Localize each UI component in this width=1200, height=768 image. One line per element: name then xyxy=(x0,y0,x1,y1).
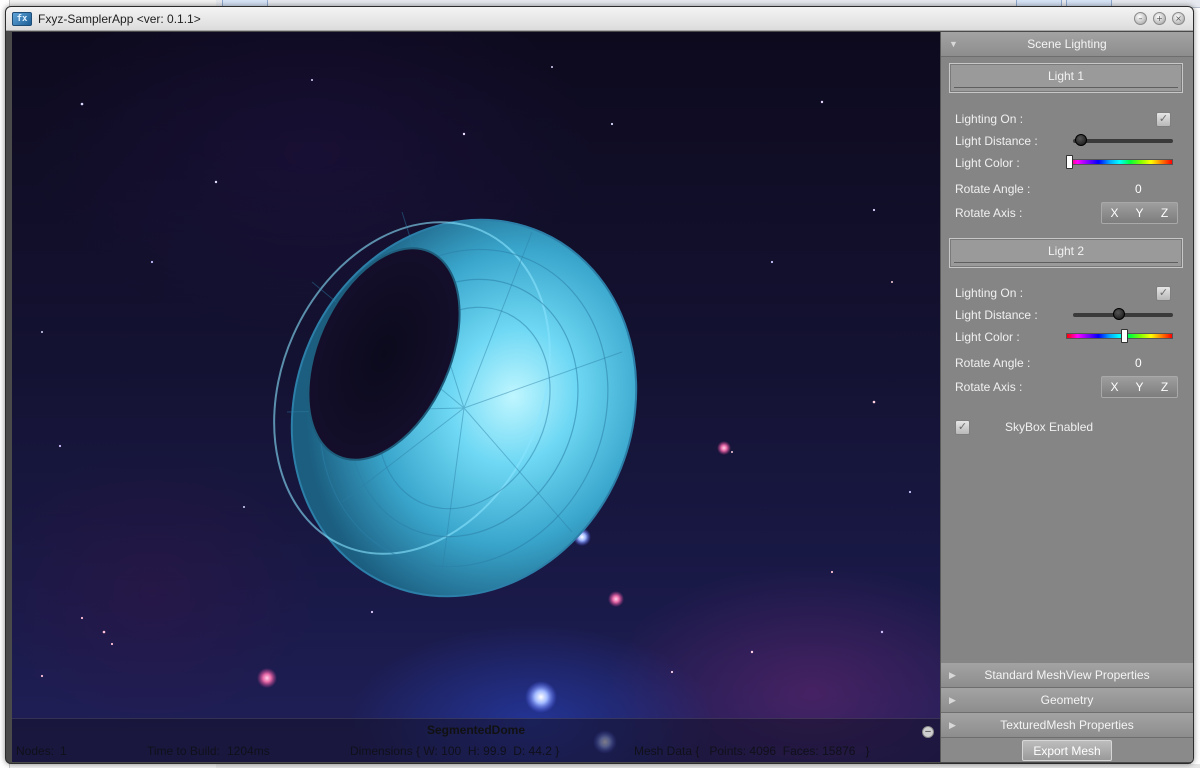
nodes-label: Nodes: xyxy=(16,744,55,758)
standard-meshview-properties-header[interactable]: ▶ Standard MeshView Properties xyxy=(941,663,1193,688)
light1-lighting-on-checkbox[interactable]: ✓ xyxy=(1156,112,1171,127)
geometry-title: Geometry xyxy=(1040,693,1094,707)
light2-distance-slider-thumb[interactable] xyxy=(1112,308,1125,320)
collapsed-sections: ▶ Standard MeshView Properties ▶ Geometr… xyxy=(941,663,1193,762)
close-button[interactable]: × xyxy=(1172,12,1185,25)
light2-lighting-on-checkbox[interactable]: ✓ xyxy=(1156,286,1171,301)
light1-axis-x-button[interactable]: X xyxy=(1102,203,1127,223)
light1-axis-y-button[interactable]: Y xyxy=(1127,203,1152,223)
light1-color-slider-thumb[interactable] xyxy=(1066,155,1073,169)
light2-lighting-on-label: Lighting On : xyxy=(955,286,1024,300)
light2-axis-x-button[interactable]: X xyxy=(1102,377,1127,397)
collapsed-arrow-icon: ▶ xyxy=(949,695,956,705)
light2-axis-y-button[interactable]: Y xyxy=(1127,377,1152,397)
light1-angle-label: Rotate Angle : xyxy=(955,182,1031,196)
build-time-label: Time to Build: xyxy=(147,744,220,758)
export-mesh-button[interactable]: Export Mesh xyxy=(1022,740,1112,761)
segmented-dome-mesh[interactable] xyxy=(223,164,695,651)
skybox-scene xyxy=(40,66,912,754)
build-time-value: 1204ms xyxy=(227,744,270,758)
scene-lighting-header[interactable]: ▼ Scene Lighting xyxy=(941,32,1193,57)
collapsed-arrow-icon: ▶ xyxy=(949,720,956,730)
mesh-data-readout: Mesh Data { Points: 4096 Faces: 15876 } xyxy=(634,744,870,758)
light1-angle-value[interactable]: 0 xyxy=(1135,182,1142,196)
light1-header[interactable]: Light 1 xyxy=(949,63,1183,93)
light1-axis-label: Rotate Axis : xyxy=(955,206,1023,220)
expanded-arrow-icon: ▼ xyxy=(949,39,958,49)
title-bar[interactable]: fx Fxyz-SamplerApp <ver: 0.1.1> – + × xyxy=(6,7,1193,31)
sampler-app-window: fx Fxyz-SamplerApp <ver: 0.1.1> – + × Se… xyxy=(5,6,1194,764)
dimensions-readout: Dimensions { W: 100 H: 99.9 D: 44.2 } xyxy=(350,744,560,758)
properties-panel: ▼ Scene Lighting Light 1 Lighting On : ✓… xyxy=(940,32,1193,762)
light2-axis-label: Rotate Axis : xyxy=(955,380,1023,394)
mesh-info-bar: SegmentedDome – Nodes: 1 Time to Build: … xyxy=(12,718,940,762)
skybox-enabled-label: SkyBox Enabled xyxy=(1005,420,1094,434)
light2-angle-value[interactable]: 0 xyxy=(1135,356,1142,370)
window-title: Fxyz-SamplerApp <ver: 0.1.1> xyxy=(38,11,201,26)
3d-viewport[interactable]: SegmentedDome – Nodes: 1 Time to Build: … xyxy=(12,32,940,762)
fxyz-app-icon: fx xyxy=(12,11,32,26)
light2-header[interactable]: Light 2 xyxy=(949,238,1183,268)
light1-distance-slider-thumb[interactable] xyxy=(1074,134,1087,146)
window-controls: – + × xyxy=(1134,12,1185,25)
light2-distance-label: Light Distance : xyxy=(955,308,1038,322)
light2-divider xyxy=(954,262,1178,263)
texturedmesh-properties-header[interactable]: ▶ TexturedMesh Properties xyxy=(941,713,1193,738)
standard-meshview-properties-title: Standard MeshView Properties xyxy=(984,668,1150,682)
light2-color-label: Light Color : xyxy=(955,330,1020,344)
collapsed-arrow-icon: ▶ xyxy=(949,670,956,680)
light2-angle-label: Rotate Angle : xyxy=(955,356,1031,370)
light1-axis-toggle-group: X Y Z xyxy=(1101,202,1178,224)
light2-color-slider[interactable] xyxy=(1066,333,1173,339)
light1-distance-slider[interactable] xyxy=(1073,139,1173,143)
nodes-value: 1 xyxy=(60,744,67,758)
light1-lighting-on-label: Lighting On : xyxy=(955,112,1024,126)
light1-color-slider[interactable] xyxy=(1066,159,1173,165)
geometry-header[interactable]: ▶ Geometry xyxy=(941,688,1193,713)
export-bar: Export Mesh xyxy=(941,738,1193,762)
minimize-button[interactable]: – xyxy=(1134,12,1147,25)
light2-axis-z-button[interactable]: Z xyxy=(1152,377,1177,397)
mesh-stats-row: Nodes: 1 Time to Build: 1204ms Dimension… xyxy=(12,744,940,760)
light1-distance-label: Light Distance : xyxy=(955,134,1038,148)
texturedmesh-properties-title: TexturedMesh Properties xyxy=(1000,718,1134,732)
background-ide-statusbar xyxy=(216,764,1200,768)
light2-title: Light 2 xyxy=(1047,244,1085,258)
mesh-name: SegmentedDome xyxy=(426,723,526,737)
light1-color-label: Light Color : xyxy=(955,156,1020,170)
skybox-enabled-checkbox[interactable]: ✓ xyxy=(955,420,970,435)
light1-title: Light 1 xyxy=(1047,69,1085,83)
maximize-button[interactable]: + xyxy=(1153,12,1166,25)
light2-axis-toggle-group: X Y Z xyxy=(1101,376,1178,398)
light2-color-slider-thumb[interactable] xyxy=(1121,329,1128,343)
light1-divider xyxy=(954,87,1178,88)
light1-axis-z-button[interactable]: Z xyxy=(1152,203,1177,223)
collapse-info-icon[interactable]: – xyxy=(922,726,934,738)
scene-lighting-title: Scene Lighting xyxy=(1027,37,1107,51)
